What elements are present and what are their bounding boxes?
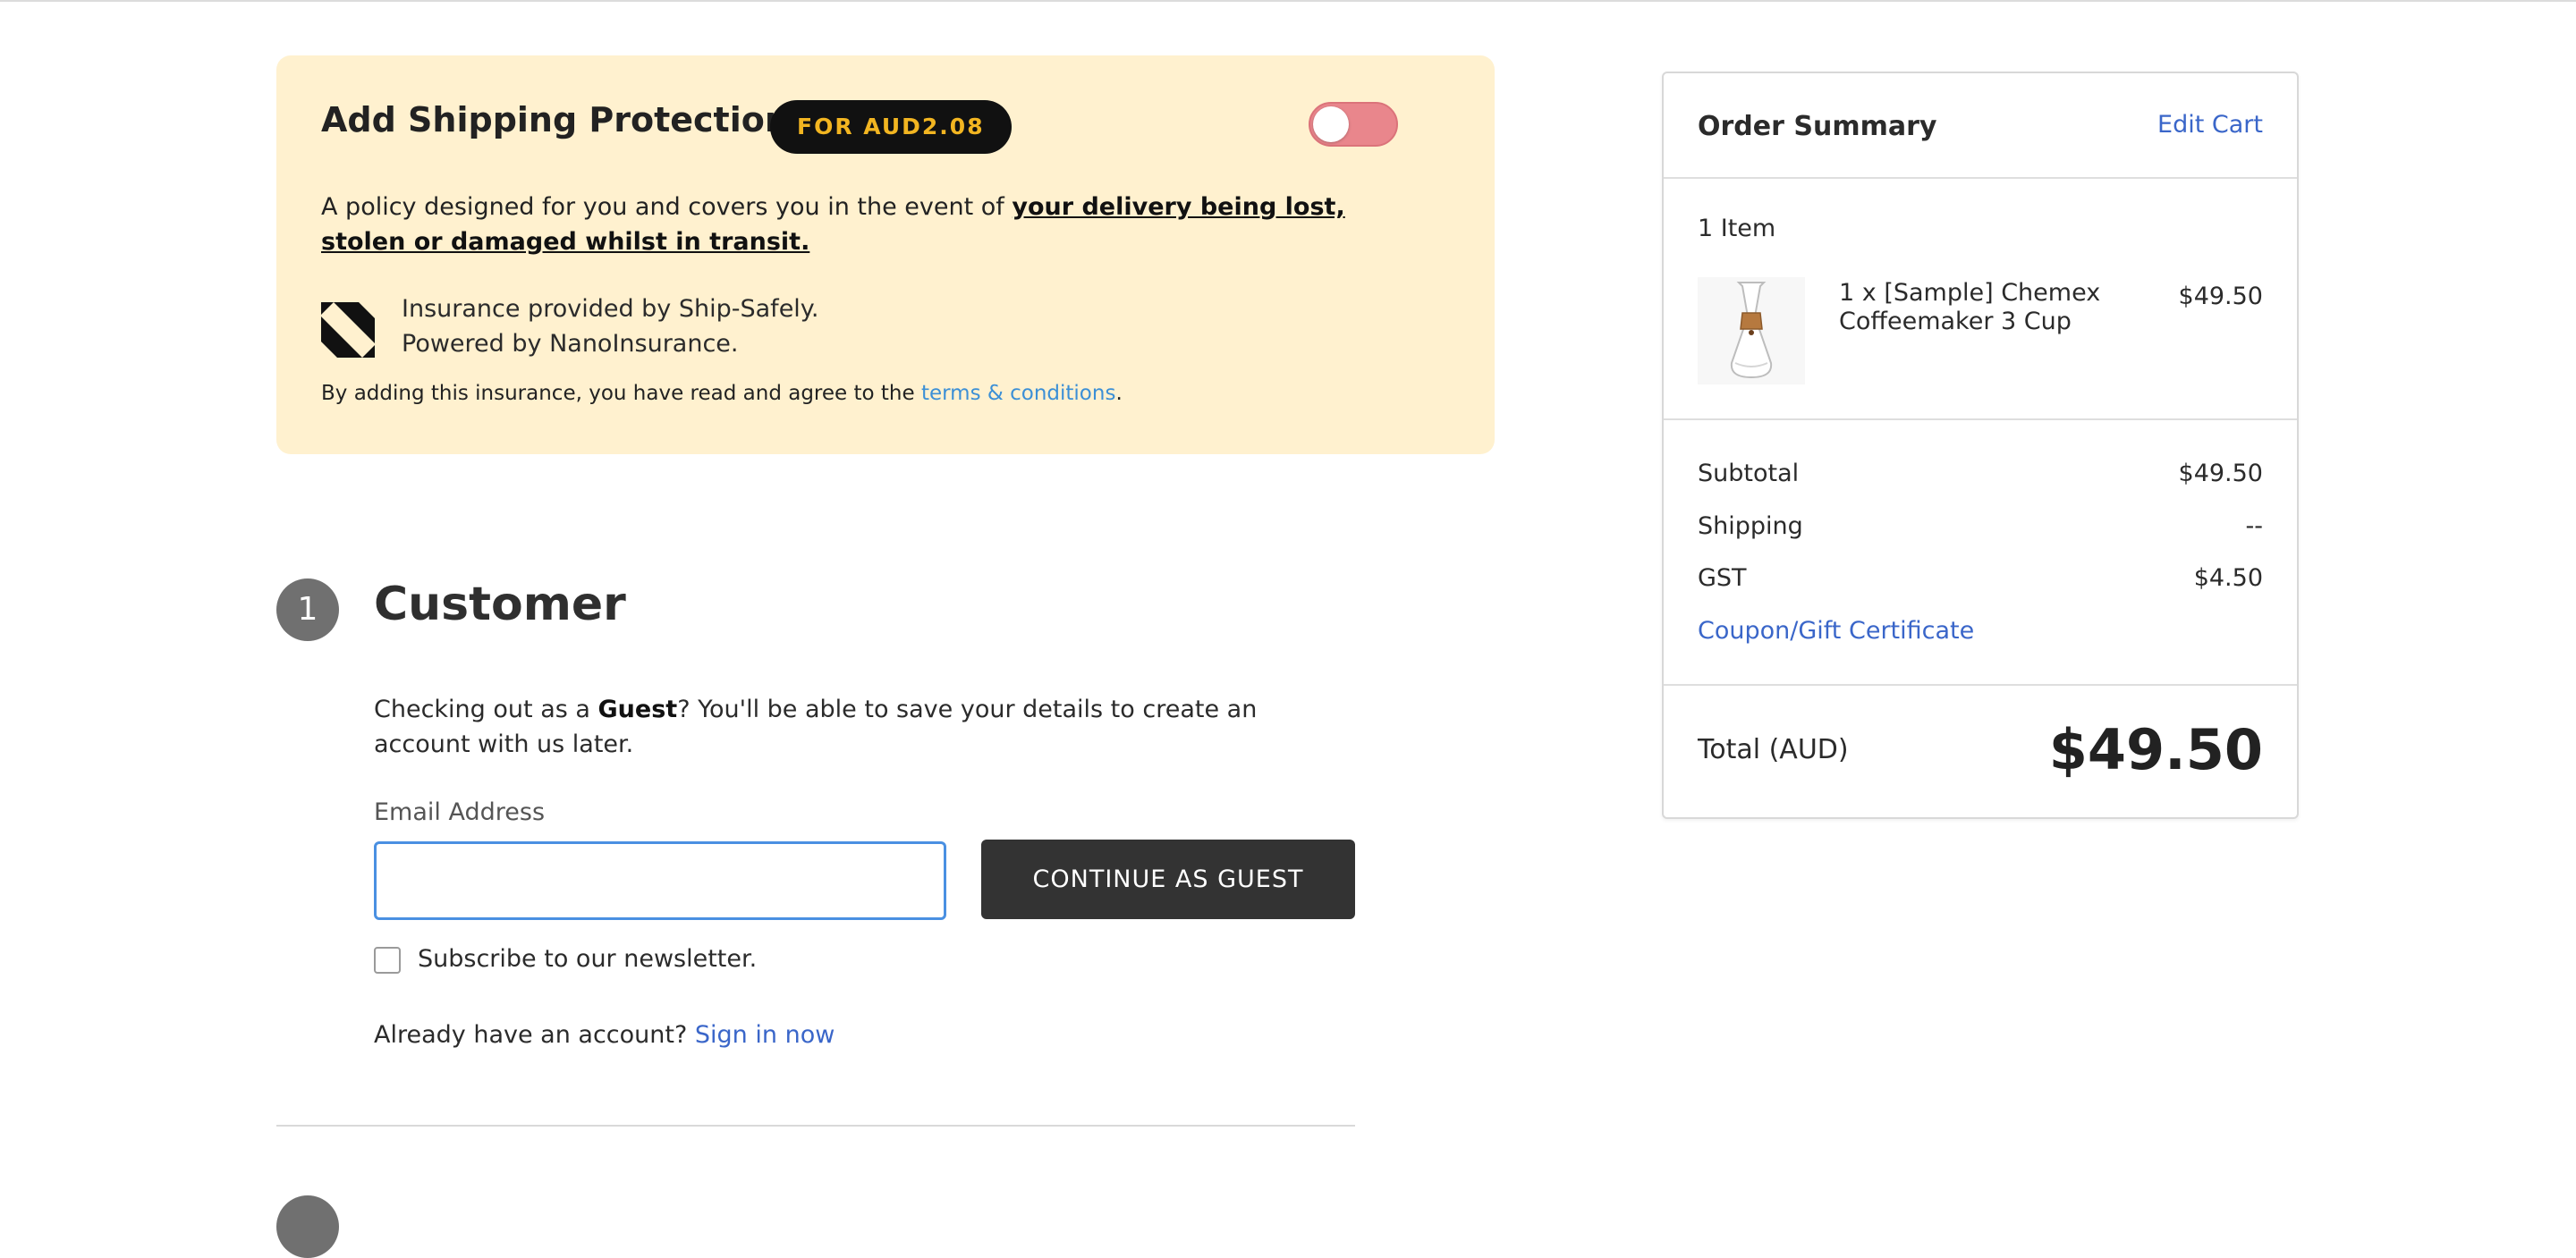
order-summary-title: Order Summary <box>1698 111 1937 142</box>
shipping-protection-title: Add Shipping Protection <box>321 100 789 139</box>
step-number-badge: 1 <box>276 578 339 641</box>
product-name: 1 x [Sample] Chemex Coffeemaker 3 Cup <box>1839 279 2101 335</box>
shipping-protection-card: Add Shipping Protection FOR AUD2.08 A po… <box>276 55 1495 454</box>
signin-prompt: Already have an account? Sign in now <box>374 1021 835 1049</box>
gst-value: $4.50 <box>2193 564 2263 592</box>
shipping-label: Shipping <box>1698 512 1803 540</box>
edit-cart-link[interactable]: Edit Cart <box>2157 111 2263 139</box>
email-input[interactable] <box>374 841 946 920</box>
summary-divider <box>1664 177 2297 179</box>
subtotal-value: $49.50 <box>2178 460 2263 487</box>
total-label: Total (AUD) <box>1698 734 1849 765</box>
terms-link[interactable]: terms & conditions <box>921 382 1116 405</box>
guest-prefix: Checking out as a <box>374 696 598 723</box>
product-price: $49.50 <box>2178 283 2263 310</box>
customer-step-title: Customer <box>374 578 626 631</box>
agree-prefix: By adding this insurance, you have read … <box>321 382 921 405</box>
newsletter-checkbox[interactable] <box>374 947 401 974</box>
policy-description: A policy designed for you and covers you… <box>321 190 1421 259</box>
top-rule <box>0 0 2576 2</box>
toggle-knob <box>1313 106 1349 142</box>
shipping-protection-toggle[interactable] <box>1309 102 1398 147</box>
continue-as-guest-button[interactable]: CONTINUE AS GUEST <box>981 840 1355 919</box>
email-label: Email Address <box>374 798 546 826</box>
subtotal-label: Subtotal <box>1698 460 1800 487</box>
shipping-value: -- <box>2245 512 2264 540</box>
section-divider <box>276 1125 1355 1127</box>
agree-suffix: . <box>1115 382 1123 405</box>
policy-prefix: A policy designed for you and covers you… <box>321 193 1013 221</box>
summary-divider <box>1664 418 2297 420</box>
chemex-coffeemaker-image <box>1698 277 1805 384</box>
total-value: $49.50 <box>2048 717 2263 782</box>
order-summary-card: Order Summary Edit Cart 1 Item 1 x [Samp… <box>1662 72 2299 819</box>
terms-agreement: By adding this insurance, you have read … <box>321 382 1123 405</box>
guest-checkout-note: Checking out as a Guest? You'll be able … <box>374 692 1358 762</box>
sign-in-link[interactable]: Sign in now <box>695 1021 835 1049</box>
ship-safely-logo-icon <box>321 302 375 358</box>
gst-label: GST <box>1698 564 1747 592</box>
insurer-line-2: Powered by NanoInsurance. <box>402 330 739 358</box>
protection-price-badge: FOR AUD2.08 <box>770 100 1012 154</box>
item-count: 1 Item <box>1698 215 1776 242</box>
guest-bold: Guest <box>597 696 678 723</box>
signin-prefix: Already have an account? <box>374 1021 688 1049</box>
summary-divider <box>1664 684 2297 686</box>
insurer-line-1: Insurance provided by Ship-Safely. <box>402 295 819 323</box>
newsletter-label[interactable]: Subscribe to our newsletter. <box>418 945 757 973</box>
coupon-gift-certificate-link[interactable]: Coupon/Gift Certificate <box>1698 617 1974 645</box>
